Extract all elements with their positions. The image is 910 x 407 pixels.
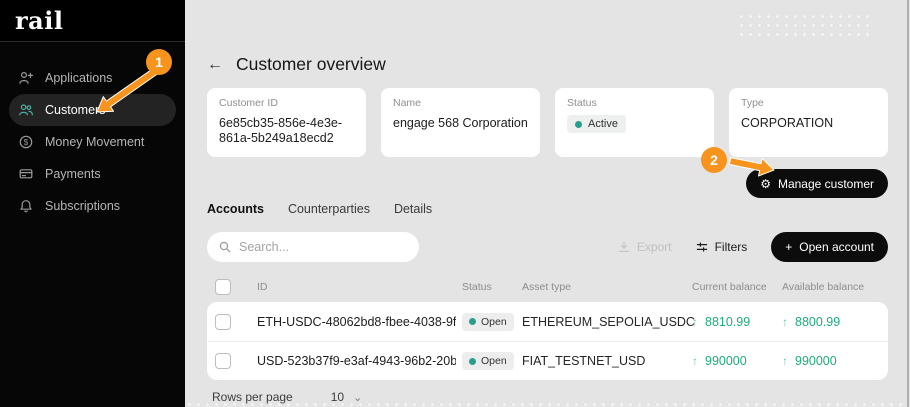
card-name: Name engage 568 Corporation (381, 88, 540, 157)
arrow-up-icon: ↑ (692, 315, 698, 329)
open-status-badge: Open (462, 313, 514, 331)
tab-details[interactable]: Details (394, 202, 432, 216)
account-id: USD-523b37f9-e3af-4943-96b2-20b107530b9b (257, 354, 456, 368)
page-size-value: 10 (331, 390, 344, 404)
status-dot-icon (575, 121, 582, 128)
column-header-status: Status (462, 281, 516, 293)
open-status-label: Open (481, 355, 507, 367)
open-account-button[interactable]: + Open account (771, 232, 888, 262)
customer-name-value: engage 568 Corporation (393, 116, 528, 131)
plus-icon: + (785, 241, 792, 253)
tab-counterparties[interactable]: Counterparties (288, 202, 370, 216)
card-label: Customer ID (219, 97, 354, 109)
manage-customer-label: Manage customer (778, 177, 874, 191)
card-label: Name (393, 97, 528, 109)
customer-type-value: CORPORATION (741, 116, 876, 131)
filters-label: Filters (715, 240, 748, 254)
back-arrow-icon[interactable]: ← (207, 57, 223, 73)
page-header: ← Customer overview (207, 54, 888, 75)
annotation-arrow-2 (725, 150, 785, 185)
sidebar-item-label: Money Movement (45, 135, 144, 149)
page-title: Customer overview (236, 54, 386, 75)
chevron-down-icon: ⌄ (353, 391, 362, 404)
row-checkbox[interactable] (215, 314, 231, 330)
column-header-id: ID (257, 281, 456, 293)
search-input[interactable] (239, 240, 407, 254)
current-balance: ↑ 8810.99 (692, 315, 776, 329)
table-row[interactable]: USD-523b37f9-e3af-4943-96b2-20b107530b9b… (207, 341, 888, 380)
asset-type: FIAT_TESTNET_USD (522, 354, 686, 368)
row-checkbox[interactable] (215, 353, 231, 369)
customer-id-value: 6e85cb35-856e-4e3e-861a-5b249a18ecd2 (219, 116, 354, 146)
export-button[interactable]: Export (618, 240, 672, 254)
annotation-step-2: 2 (701, 147, 727, 173)
svg-text:$: $ (24, 138, 29, 147)
status-dot-icon (469, 318, 476, 325)
arrow-up-icon: ↑ (782, 315, 788, 329)
tab-accounts[interactable]: Accounts (207, 202, 264, 216)
card-customer-id: Customer ID 6e85cb35-856e-4e3e-861a-5b24… (207, 88, 366, 157)
sidebar-item-subscriptions[interactable]: Subscriptions (9, 190, 176, 222)
card-status: Status Active (555, 88, 714, 157)
app-window: rail Applications Customers (0, 0, 910, 407)
sidebar-item-label: Subscriptions (45, 199, 120, 213)
rows-per-page-label: Rows per page (212, 390, 293, 404)
table-row[interactable]: ETH-USDC-48062bd8-fbee-4038-9f34-66a57f8… (207, 302, 888, 341)
sidebar-item-payments[interactable]: Payments (9, 158, 176, 190)
dollar-circle-icon: $ (18, 134, 34, 150)
open-account-label: Open account (799, 240, 874, 254)
sidebar-item-label: Payments (45, 167, 101, 181)
asset-type: ETHEREUM_SEPOLIA_USDC (522, 315, 686, 329)
arrow-up-icon: ↑ (692, 354, 698, 368)
toolbar-actions: Export Filters + Open account (618, 232, 888, 262)
users-icon (18, 102, 34, 118)
card-label: Type (741, 97, 876, 109)
logo-area: rail (0, 0, 185, 42)
column-header-current-balance: Current balance (692, 281, 776, 293)
status-badge-label: Active (588, 118, 618, 130)
rail-logo: rail (15, 6, 63, 35)
card-icon (18, 166, 34, 182)
card-type: Type CORPORATION (729, 88, 888, 157)
page-size-select[interactable]: 10 ⌄ (331, 390, 363, 404)
annotation-step-1: 1 (146, 49, 172, 75)
column-header-available-balance: Available balance (782, 281, 878, 293)
filters-button[interactable]: Filters (696, 240, 748, 254)
arrow-up-icon: ↑ (782, 354, 788, 368)
current-balance-value: 990000 (705, 354, 747, 368)
open-status-label: Open (481, 316, 507, 328)
table-header: ID Status Asset type Current balance Ava… (207, 272, 888, 302)
sidebar-item-money-movement[interactable]: $ Money Movement (9, 126, 176, 158)
open-status-badge: Open (462, 352, 514, 370)
status-dot-icon (469, 358, 476, 365)
summary-cards: Customer ID 6e85cb35-856e-4e3e-861a-5b24… (207, 88, 888, 157)
main-content: ← Customer overview Customer ID 6e85cb35… (185, 0, 910, 407)
tab-bar: Accounts Counterparties Details (207, 202, 888, 216)
available-balance: ↑ 8800.99 (782, 315, 878, 329)
search-icon (219, 241, 231, 253)
current-balance: ↑ 990000 (692, 354, 776, 368)
download-icon (618, 241, 630, 253)
card-label: Status (567, 97, 702, 109)
select-all-checkbox[interactable] (215, 279, 231, 295)
available-balance-value: 990000 (795, 354, 837, 368)
search-box[interactable] (207, 232, 419, 262)
status-badge: Active (567, 115, 626, 133)
accounts-table: ETH-USDC-48062bd8-fbee-4038-9f34-66a57f8… (207, 302, 888, 380)
available-balance: ↑ 990000 (782, 354, 878, 368)
accounts-toolbar: Export Filters + Open account (207, 232, 888, 262)
available-balance-value: 8800.99 (795, 315, 840, 329)
current-balance-value: 8810.99 (705, 315, 750, 329)
filter-sliders-icon (696, 241, 708, 253)
export-label: Export (637, 240, 672, 254)
account-id: ETH-USDC-48062bd8-fbee-4038-9f34-66a57f8… (257, 315, 456, 329)
manage-row: ⚙ Manage customer (207, 169, 888, 198)
person-plus-icon (18, 70, 34, 86)
bell-icon (18, 198, 34, 214)
column-header-asset-type: Asset type (522, 281, 686, 293)
pagination: Rows per page 10 ⌄ (207, 390, 888, 404)
